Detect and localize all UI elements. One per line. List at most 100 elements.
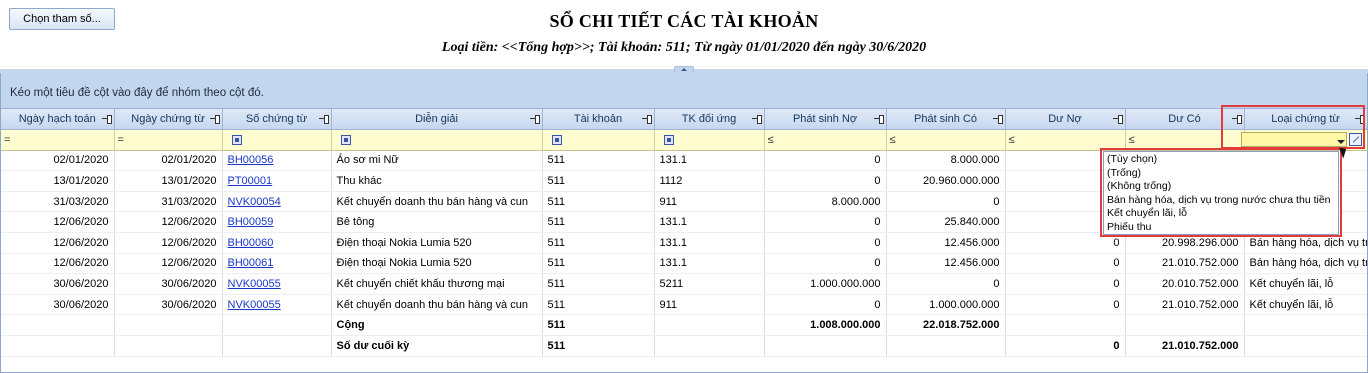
dropdown-option[interactable]: (Trống) [1107,167,1335,181]
cell-ngay-ct: 02/01/2020 [114,150,223,172]
table-row[interactable]: 12/06/2020 12/06/2020 BH00060 Điện thoại No… [1,232,1367,254]
column-header[interactable]: Phát sinh Có [886,109,1006,131]
column-header[interactable]: Ngày chứng từ [114,109,223,131]
pin-column-icon[interactable] [641,114,652,124]
pin-column-icon[interactable] [529,114,540,124]
filter-box-icon[interactable] [551,134,562,145]
voucher-link[interactable]: NVK00055 [228,278,281,290]
chevron-down-icon[interactable] [1337,140,1345,144]
summary-cell [654,335,765,357]
voucher-link[interactable]: BH00059 [228,216,274,228]
summary-cell: 1.008.000.000 [764,314,887,337]
dropdown-option[interactable]: Phiếu thu [1107,221,1335,235]
summary-cell: 21.010.752.000 [1125,335,1245,357]
column-header-label: Loại chứng từ [1271,113,1340,126]
voucher-link[interactable]: BH00056 [228,154,274,166]
column-header[interactable]: Diễn giải [331,109,543,131]
summary-cell: 0 [1005,335,1126,357]
cell-ngay-ht: 30/06/2020 [1,294,115,316]
column-header[interactable]: Phát sinh Nợ [764,109,887,131]
column-header[interactable]: Dư Có [1125,109,1245,131]
table-row[interactable]: 12/06/2020 12/06/2020 BH00061 Điện thoại No… [1,253,1367,275]
filter-operator[interactable]: ≤ [1009,134,1015,146]
filter-cell[interactable]: = [1,129,115,151]
cell-ngay-ct: 12/06/2020 [114,211,223,234]
cell-so-ct: NVK00055 [222,273,332,295]
table-row[interactable]: 30/06/2020 30/06/2020 NVK00055 Kết chuyển d… [1,294,1367,316]
pin-column-icon[interactable] [1112,114,1123,124]
column-header[interactable]: Số chứng từ [222,109,332,131]
pin-column-icon[interactable] [1231,114,1242,124]
filter-cell[interactable]: ≤ [886,129,1006,151]
filter-cell[interactable] [331,129,543,151]
column-header[interactable]: Loại chứng từ [1244,109,1367,131]
cell-tk-du: 5211 [654,273,765,295]
summary-cell [764,335,887,357]
filter-cell[interactable]: ≤ [764,129,887,151]
column-header[interactable]: Tài khoản [542,109,655,131]
dropdown-option[interactable]: Bán hàng hóa, dịch vụ trong nước chưa th… [1107,194,1335,208]
filter-cell[interactable] [222,129,332,151]
filter-operator[interactable]: ≤ [1129,134,1135,146]
voucher-link[interactable]: BH00060 [228,237,274,249]
pin-column-icon[interactable] [751,114,762,124]
summary-cell [654,314,765,337]
cell-tk: 511 [542,253,655,275]
cell-ps-no: 1.000.000.000 [764,273,887,295]
column-header[interactable]: Ngày hạch toán [1,109,115,131]
filter-operator[interactable]: ≤ [768,134,774,146]
pin-column-icon[interactable] [209,114,220,124]
dropdown-option[interactable]: Kết chuyển lãi, lỗ [1107,207,1335,221]
cell-ngay-ct: 12/06/2020 [114,232,223,254]
cell-ngay-ct: 30/06/2020 [114,294,223,316]
summary-cell: 22.018.752.000 [886,314,1006,337]
column-header-label: Phát sinh Nợ [792,113,858,126]
collapse-panel-handle[interactable] [674,66,694,73]
edit-filter-icon[interactable] [1349,133,1362,146]
filter-cell[interactable]: = [114,129,223,151]
summary-cell [1,335,115,357]
voucher-link[interactable]: NVK00055 [228,299,281,311]
filter-operator[interactable]: = [118,134,124,146]
cell-dien-giai: Thu khác [331,170,543,192]
cell-tk: 511 [542,273,655,295]
cell-ps-co: 12.456.000 [886,232,1006,254]
column-header[interactable]: TK đối ứng [654,109,765,131]
filter-operator[interactable]: ≤ [890,134,896,146]
pin-column-icon[interactable] [1354,114,1365,124]
document-type-filter-input[interactable] [1241,132,1347,147]
group-by-panel[interactable]: Kéo một tiêu đề cột vào đây để nhóm theo… [1,73,1367,109]
cell-loai-ct: Bán hàng hóa, dịch vụ tron [1244,232,1367,254]
column-header[interactable]: Dư Nợ [1005,109,1126,131]
cell-ngay-ht: 12/06/2020 [1,253,115,275]
filter-box-icon[interactable] [663,134,674,145]
pin-column-icon[interactable] [992,114,1003,124]
cell-dien-giai: Kết chuyển doanh thu bán hàng và cun [331,294,543,316]
dropdown-option[interactable]: (Tùy chọn) [1107,153,1335,167]
summary-cell [1125,314,1245,337]
filter-cell[interactable]: ≤ [1005,129,1126,151]
cell-tk: 511 [542,211,655,234]
dropdown-option[interactable]: (Không trống) [1107,180,1335,194]
cell-dien-giai: Kết chuyển doanh thu bán hàng và cun [331,191,543,213]
filter-cell[interactable] [654,129,765,151]
document-type-dropdown[interactable]: (Tùy chọn) (Trống) (Không trống) Bán hàng h… [1103,151,1339,235]
filter-cell[interactable] [542,129,655,151]
cell-ngay-ht: 12/06/2020 [1,211,115,234]
voucher-link[interactable]: PT00001 [228,175,273,187]
filter-box-icon[interactable] [340,134,351,145]
filter-cell[interactable]: ≤ [1125,129,1245,151]
voucher-link[interactable]: NVK00054 [228,196,281,208]
pin-column-icon[interactable] [318,114,329,124]
table-row[interactable]: 30/06/2020 30/06/2020 NVK00055 Kết chuyển c… [1,273,1367,295]
cell-ngay-ct: 12/06/2020 [114,253,223,275]
pin-column-icon[interactable] [101,114,112,124]
column-header-label: Phát sinh Có [914,113,977,126]
cell-ngay-ht: 13/01/2020 [1,170,115,192]
summary-cell [222,314,332,337]
voucher-link[interactable]: BH00061 [228,257,274,269]
filter-operator[interactable]: = [4,134,10,146]
cell-so-ct: BH00056 [222,150,332,172]
filter-box-icon[interactable] [231,134,242,145]
pin-column-icon[interactable] [873,114,884,124]
